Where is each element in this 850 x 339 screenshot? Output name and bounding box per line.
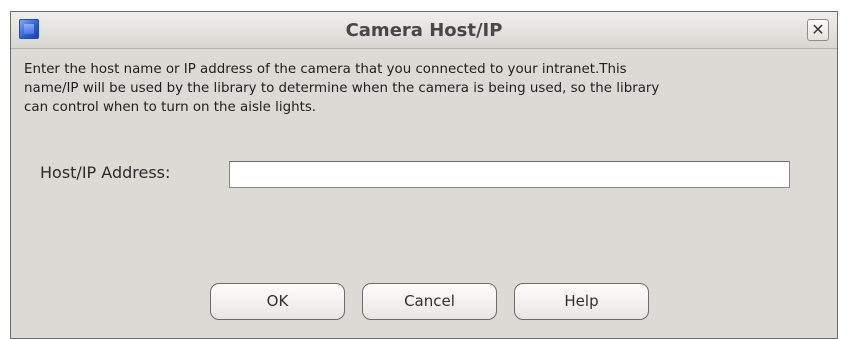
help-button[interactable]: Help [514,283,649,320]
host-ip-label: Host/IP Address: [40,163,171,182]
cancel-button[interactable]: Cancel [362,283,497,320]
instruction-line: can control when to turn on the aisle li… [24,100,317,115]
instruction-line: Enter the host name or IP address of the… [24,62,627,77]
dialog-title: Camera Host/IP [345,20,503,41]
instruction-text: Enter the host name or IP address of the… [24,60,824,117]
title-bar[interactable]: Camera Host/IP ✕ [11,12,837,49]
ok-button[interactable]: OK [210,283,345,320]
close-icon[interactable]: ✕ [807,19,829,41]
host-ip-input[interactable] [229,161,790,188]
camera-host-dialog: Camera Host/IP ✕ Enter the host name or … [10,11,838,339]
instruction-line: name/IP will be used by the library to d… [24,81,660,96]
